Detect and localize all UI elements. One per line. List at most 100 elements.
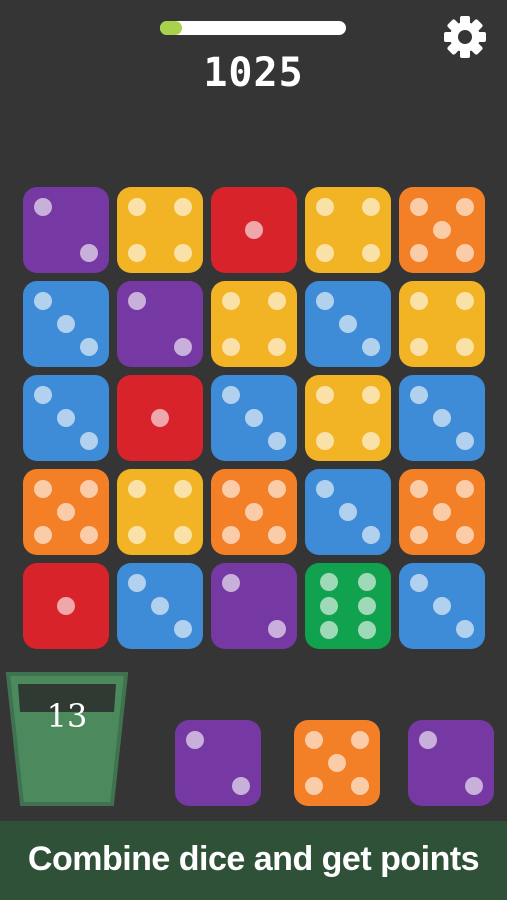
board-die-r5-c2[interactable] [117,563,203,649]
board-die-r5-c4[interactable] [305,563,391,649]
board-die-r1-c5[interactable] [399,187,485,273]
board-die-r2-c4[interactable] [305,281,391,367]
die-pip [268,291,287,310]
board-die-r4-c5[interactable] [399,469,485,555]
board-die-r1-c1[interactable] [23,187,109,273]
die-pip [456,479,475,498]
die-pip [33,197,52,216]
die-pip [221,573,240,592]
die-pip [57,503,75,521]
score-counter: 1025 [203,50,304,96]
die-pip [174,197,193,216]
die-pip [127,479,146,498]
die-pip [320,572,339,591]
dice-cup[interactable] [4,668,130,808]
die-pip [409,244,428,263]
board-die-r3-c2[interactable] [117,375,203,461]
die-pip [456,197,475,216]
level-progress-bar [160,21,346,35]
die-pip [351,730,370,749]
die-pip [221,338,240,357]
die-pip [357,572,376,591]
die-pip [315,197,334,216]
die-pip [456,291,475,310]
board-die-r2-c3[interactable] [211,281,297,367]
die-pip [357,621,376,640]
die-pip [351,777,370,796]
die-pip [315,385,334,404]
die-pip [409,479,428,498]
die-pip [174,479,193,498]
die-pip [33,526,52,545]
die-pip [80,526,99,545]
die-pip [362,432,381,451]
die-pip [339,315,357,333]
board-die-r5-c5[interactable] [399,563,485,649]
die-pip [57,409,75,427]
die-pip [268,432,287,451]
die-pip [418,730,437,749]
die-pip [465,777,484,796]
die-pip [456,244,475,263]
die-pip [221,479,240,498]
die-pip [409,291,428,310]
die-pip [433,221,451,239]
die-pip [33,479,52,498]
die-pip [409,197,428,216]
board-die-r5-c3[interactable] [211,563,297,649]
die-pip [362,244,381,263]
die-pip [315,244,334,263]
board-die-r4-c4[interactable] [305,469,391,555]
die-pip [127,573,146,592]
die-pip [362,526,381,545]
die-pip [127,526,146,545]
next-die-1[interactable] [175,720,261,806]
die-pip [320,597,339,615]
die-pip [57,597,75,615]
board-die-r1-c4[interactable] [305,187,391,273]
board-die-r3-c4[interactable] [305,375,391,461]
board-die-r5-c1[interactable] [23,563,109,649]
die-pip [57,315,75,333]
die-pip [328,754,346,772]
die-pip [315,291,334,310]
die-pip [268,620,287,639]
next-die-3[interactable] [408,720,494,806]
board-die-r2-c5[interactable] [399,281,485,367]
die-pip [304,777,323,796]
board-die-r2-c2[interactable] [117,281,203,367]
die-pip [221,526,240,545]
die-pip [456,338,475,357]
die-pip [33,291,52,310]
die-pip [174,338,193,357]
die-pip [409,385,428,404]
board-die-r4-c2[interactable] [117,469,203,555]
die-pip [80,244,99,263]
die-pip [245,221,263,239]
die-pip [268,526,287,545]
die-pip [362,338,381,357]
board-die-r3-c1[interactable] [23,375,109,461]
die-pip [456,432,475,451]
die-pip [362,385,381,404]
die-pip [362,197,381,216]
die-pip [456,526,475,545]
board-die-r1-c3[interactable] [211,187,297,273]
board-die-r3-c5[interactable] [399,375,485,461]
board-die-r1-c2[interactable] [117,187,203,273]
board-die-r2-c1[interactable] [23,281,109,367]
die-pip [433,503,451,521]
die-pip [409,526,428,545]
board-die-r4-c3[interactable] [211,469,297,555]
die-pip [232,777,251,796]
die-pip [433,597,451,615]
next-die-2[interactable] [294,720,380,806]
die-pip [268,479,287,498]
die-pip [304,730,323,749]
die-pip [245,409,263,427]
board-die-r3-c3[interactable] [211,375,297,461]
banner-caption: Combine dice and get points [27,840,480,878]
die-pip [357,597,376,615]
board-die-r4-c1[interactable] [23,469,109,555]
die-pip [127,197,146,216]
